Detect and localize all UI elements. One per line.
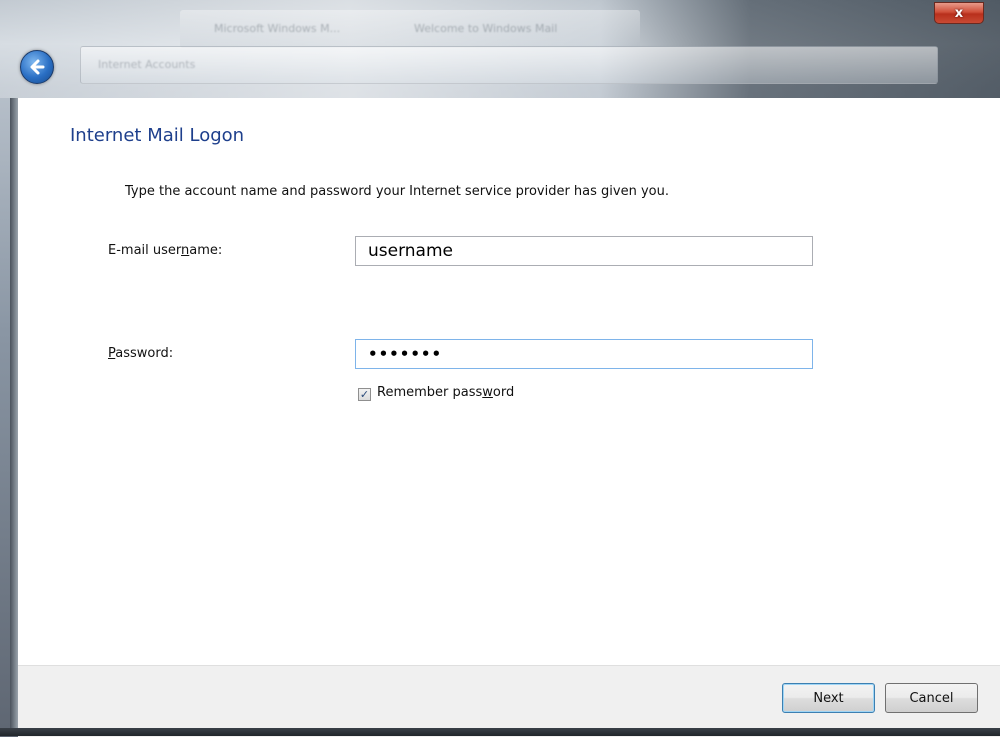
dialog-left-edge [10, 98, 18, 736]
access-key: w [482, 385, 493, 400]
dialog-footer: Next Cancel [18, 665, 1000, 737]
background-tab-label: Microsoft Windows M... [214, 22, 341, 35]
page-title: Internet Mail Logon [70, 125, 245, 146]
dialog-body: Internet Mail Logon Type the account nam… [18, 98, 1000, 737]
password-field[interactable]: ••••••• [355, 339, 813, 369]
username-label: E-mail username: [108, 243, 223, 258]
checkmark-icon: ✓ [359, 388, 370, 401]
back-arrow-icon [30, 59, 45, 75]
instruction-text: Type the account name and password your … [125, 184, 669, 199]
password-label: Password: [108, 346, 174, 361]
email-username-field[interactable]: username [355, 236, 813, 266]
back-button[interactable] [20, 50, 54, 84]
cancel-button[interactable]: Cancel [885, 683, 978, 713]
remember-password-checkbox[interactable]: ✓ [358, 388, 371, 401]
close-icon: x [954, 5, 964, 21]
remember-password-label[interactable]: Remember password [377, 385, 514, 400]
next-button[interactable]: Next [782, 683, 875, 713]
background-tab-label: Welcome to Windows Mail [414, 22, 558, 35]
background-address-text: Internet Accounts [98, 58, 196, 71]
background-address-bar [80, 46, 938, 84]
window-bottom-edge [0, 728, 1000, 736]
close-button[interactable]: x [934, 2, 984, 24]
